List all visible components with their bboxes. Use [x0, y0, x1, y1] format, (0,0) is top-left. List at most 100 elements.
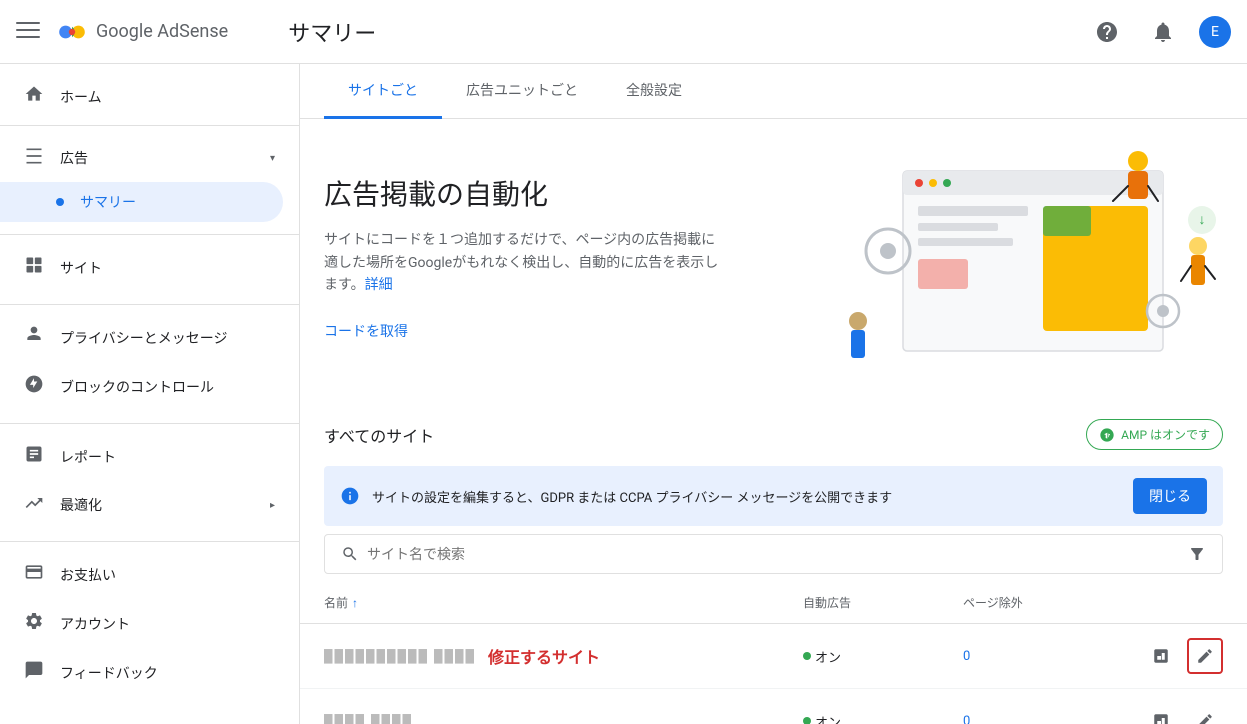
sidebar-label-home: ホーム	[60, 87, 102, 107]
sidebar-item-account[interactable]: アカウント	[0, 599, 283, 648]
sidebar-ads-section: 広告 ▾ サマリー	[0, 125, 299, 230]
row-site-name-2: ████ ████	[324, 714, 803, 724]
row-name-blurred-2: ████ ████	[324, 714, 413, 724]
row-auto-1: オン	[803, 647, 963, 666]
edit-button-2[interactable]	[1187, 703, 1223, 724]
section-header: すべてのサイト AMP はオンです	[300, 403, 1247, 458]
search-input[interactable]	[367, 546, 1180, 562]
sidebar: ホーム 広告 ▾ サマリー サイト	[0, 64, 300, 724]
row-page-1: 0	[963, 649, 1123, 664]
amp-check-icon	[1099, 427, 1115, 443]
section-title: すべてのサイト	[324, 423, 434, 447]
search-bar	[324, 534, 1223, 574]
tab-adunit[interactable]: 広告ユニットごと	[442, 64, 602, 119]
tabs: サイトごと 広告ユニットごと 全般設定	[300, 64, 1247, 119]
sidebar-item-payment[interactable]: お支払い	[0, 550, 283, 599]
optimize-icon	[24, 493, 44, 517]
home-icon	[24, 84, 44, 109]
sidebar-label-privacy: プライバシーとメッセージ	[60, 328, 227, 348]
filter-icon[interactable]	[1188, 545, 1206, 563]
menu-icon[interactable]	[16, 18, 40, 46]
block-icon	[24, 374, 44, 399]
amp-badge-text: AMP はオンです	[1121, 426, 1210, 443]
sidebar-item-summary[interactable]: サマリー	[0, 182, 283, 222]
info-banner-text: サイトの設定を編集すると、GDPR または CCPA プライバシー メッセージを…	[372, 487, 1121, 506]
logo-area: Google AdSense	[56, 16, 228, 48]
edit-button-1[interactable]	[1187, 638, 1223, 674]
hero-cta-link[interactable]: コードを取得	[324, 313, 408, 349]
row-actions-2	[1123, 703, 1223, 724]
amp-badge: AMP はオンです	[1086, 419, 1223, 450]
sidebar-payment-section: お支払い アカウント フィードバック	[0, 541, 299, 705]
hero-description: サイトにコードを１つ追加するだけで、ページ内の広告掲載に適した場所をGoogle…	[324, 229, 724, 296]
on-label-1: オン	[815, 647, 841, 666]
sidebar-label-sites: サイト	[60, 258, 102, 278]
sidebar-item-block[interactable]: ブロックのコントロール	[0, 362, 283, 411]
svg-text:↓: ↓	[1199, 212, 1206, 228]
row-name-highlight-1: 修正するサイト	[488, 644, 600, 668]
stats-button-2[interactable]	[1143, 703, 1179, 724]
row-page-2: 0	[963, 714, 1123, 724]
hero-title: 広告掲載の自動化	[324, 173, 819, 213]
sidebar-label-block: ブロックのコントロール	[60, 377, 214, 397]
help-icon[interactable]	[1087, 12, 1127, 52]
sidebar-label-feedback: フィードバック	[60, 663, 158, 683]
hero-illustration: ↓	[843, 151, 1223, 371]
hero-text: 広告掲載の自動化 サイトにコードを１つ追加するだけで、ページ内の広告掲載に適した…	[324, 173, 819, 348]
ads-icon	[24, 146, 44, 170]
content-area: サイトごと 広告ユニットごと 全般設定 広告掲載の自動化 サイトにコードを１つ追…	[300, 64, 1247, 724]
report-icon	[24, 444, 44, 469]
on-dot-2	[803, 717, 811, 724]
sidebar-item-ads[interactable]: 広告 ▾	[0, 134, 299, 182]
account-icon	[24, 611, 44, 636]
on-label-2: オン	[815, 712, 841, 724]
tab-site[interactable]: サイトごと	[324, 64, 442, 119]
sidebar-label-report: レポート	[60, 447, 116, 467]
tab-general[interactable]: 全般設定	[602, 64, 706, 119]
sidebar-label-summary: サマリー	[80, 192, 136, 212]
page-title: サマリー	[288, 16, 1087, 48]
sidebar-item-home[interactable]: ホーム	[0, 72, 283, 121]
on-dot-1	[803, 652, 811, 660]
sidebar-item-feedback[interactable]: フィードバック	[0, 648, 283, 697]
header-actions: E	[1087, 12, 1231, 52]
active-dot	[56, 198, 64, 206]
table-header: 名前 ↑ 自動広告 ページ除外	[300, 582, 1247, 624]
row-auto-2: オン	[803, 712, 963, 724]
payment-icon	[24, 562, 44, 587]
col-auto-header: 自動広告	[803, 594, 963, 611]
sidebar-report-section: レポート 最適化 ▸	[0, 423, 299, 537]
hero-detail-link[interactable]: 詳細	[365, 277, 393, 293]
sidebar-label-account: アカウント	[60, 614, 130, 634]
hero-section: 広告掲載の自動化 サイトにコードを１つ追加するだけで、ページ内の広告掲載に適した…	[300, 119, 1247, 403]
row-site-name-1: ██████████ ████ 修正するサイト	[324, 644, 803, 668]
sidebar-item-report[interactable]: レポート	[0, 432, 283, 481]
sidebar-item-optimize[interactable]: 最適化 ▸	[0, 481, 299, 529]
sidebar-sites-section: サイト	[0, 234, 299, 300]
table-row: ██████████ ████ 修正するサイト オン 0	[300, 624, 1247, 689]
sidebar-label-ads: 広告	[60, 148, 88, 168]
col-page-header: ページ除外	[963, 594, 1123, 611]
sites-icon	[24, 255, 44, 280]
col-name-header: 名前 ↑	[324, 594, 803, 611]
sidebar-label-optimize: 最適化	[60, 495, 102, 515]
top-header: Google AdSense サマリー E	[0, 0, 1247, 64]
logo-text: Google AdSense	[96, 21, 228, 42]
ads-expand-icon: ▾	[270, 153, 275, 164]
info-banner: サイトの設定を編集すると、GDPR または CCPA プライバシー メッセージを…	[324, 466, 1223, 526]
main-layout: ホーム 広告 ▾ サマリー サイト	[0, 64, 1247, 724]
close-banner-button[interactable]: 閉じる	[1133, 478, 1207, 514]
sidebar-item-privacy[interactable]: プライバシーとメッセージ	[0, 313, 283, 362]
stats-button-1[interactable]	[1143, 638, 1179, 674]
logo-icon	[56, 16, 88, 48]
row-actions-1	[1123, 638, 1223, 674]
privacy-icon	[24, 325, 44, 350]
search-icon	[341, 545, 359, 563]
sidebar-privacy-section: プライバシーとメッセージ ブロックのコントロール	[0, 304, 299, 419]
optimize-expand-icon: ▸	[270, 500, 275, 511]
table-row: ████ ████ オン 0	[300, 689, 1247, 724]
avatar[interactable]: E	[1199, 16, 1231, 48]
sidebar-label-payment: お支払い	[60, 565, 116, 585]
notification-icon[interactable]	[1143, 12, 1183, 52]
sidebar-item-sites[interactable]: サイト	[0, 243, 283, 292]
